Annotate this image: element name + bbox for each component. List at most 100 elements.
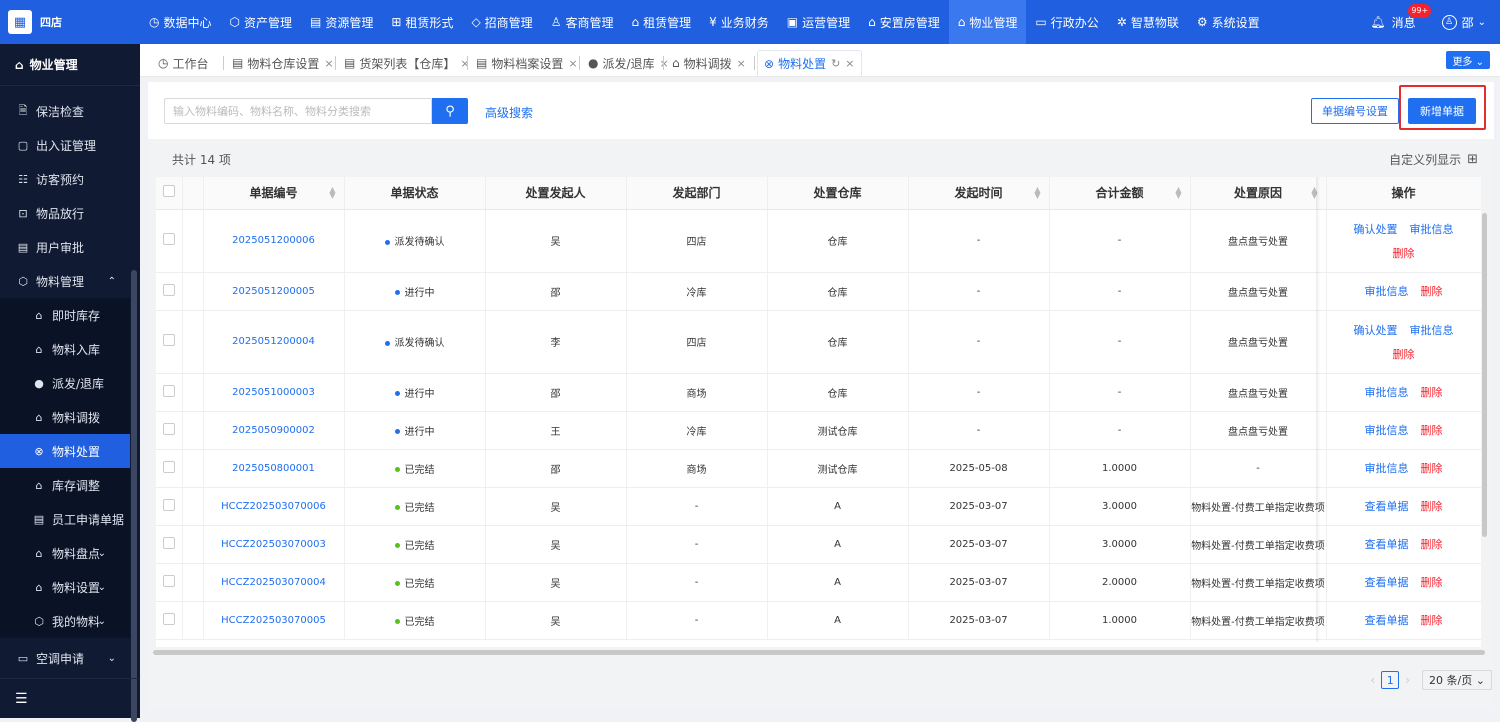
bill-code-link[interactable]: 2025050900002 <box>203 411 345 450</box>
table-row[interactable]: HCCZ202503070004 已完结 吴 - A 2025-03-07 2.0000 物料… <box>156 563 1481 602</box>
topnav-item[interactable]: ✲ 智慧物联 <box>1108 0 1188 44</box>
table-row[interactable]: 2025051200005 进行中邵冷库 仓库 - - 盘点盘亏处置 审批信息 删除 <box>156 272 1481 311</box>
topnav-item[interactable]: ⬡ 资产管理 <box>221 0 302 44</box>
close-icon[interactable]: × <box>324 57 333 70</box>
table-row[interactable]: HCCZ202503070006 已完结 吴 - A 2025-03-07 3.0000 物料… <box>156 487 1481 526</box>
tab[interactable]: ● 派发/退库 × <box>582 50 675 76</box>
tab[interactable]: ▤ 物料档案设置 × <box>470 50 584 76</box>
close-icon[interactable]: × <box>460 57 469 70</box>
delete-button[interactable]: 删除 <box>1421 462 1443 475</box>
sort-icon[interactable]: ▲ ▼ <box>1175 186 1181 200</box>
row-select-cell[interactable] <box>156 272 183 311</box>
tab[interactable]: ▤ 物料仓库设置 × <box>226 50 340 76</box>
messages-button[interactable]: 🔔︎ 消息 99+ <box>1370 3 1432 31</box>
table-row[interactable]: 2025051000003 进行中邵商场 仓库 - - 盘点盘亏处置 审批信息 删除 <box>156 373 1481 412</box>
delete-button[interactable]: 删除 <box>1421 424 1443 437</box>
row-select-cell[interactable] <box>156 563 183 602</box>
row-select-cell[interactable] <box>156 525 183 564</box>
sidebar-item[interactable]: ⬡ 物料管理 ⌃ <box>0 264 140 298</box>
topnav-item[interactable]: ¥ 业务财务 <box>700 0 778 44</box>
bill-code-link[interactable]: HCCZ202503070003 <box>203 525 345 564</box>
topnav-item[interactable]: ⚙ 系统设置 <box>1188 0 1269 44</box>
action-link[interactable]: 确认处置 <box>1354 223 1398 236</box>
more-tabs-button[interactable]: 更多 ⌄ <box>1446 51 1490 69</box>
bill-code-link[interactable]: 2025051200005 <box>203 272 345 311</box>
logo[interactable]: ▦ 四店 <box>0 0 140 44</box>
sidebar-item[interactable]: ⌂ 物料盘点 ⌄ <box>0 536 130 570</box>
table-horizontal-scrollbar[interactable] <box>153 650 1485 655</box>
action-link[interactable]: 审批信息 <box>1410 223 1454 236</box>
prev-page-button[interactable]: ‹ <box>1370 673 1375 687</box>
action-link[interactable]: 查看单据 <box>1365 614 1409 627</box>
table-vertical-scrollbar[interactable] <box>1482 213 1487 537</box>
row-select-cell[interactable] <box>156 411 183 450</box>
sidebar-item[interactable]: ▤ 用户审批 <box>0 230 140 264</box>
table-row[interactable]: 2025050800001 已完结 邵商场 测试仓库 2025-05-08 1.0000-… <box>156 449 1481 488</box>
table-row[interactable]: HCCZ202503070005 已完结 吴 - A 2025-03-07 1.0000 物料… <box>156 601 1481 640</box>
bill-code-link[interactable]: 2025050800001 <box>203 449 345 488</box>
sidebar-title[interactable]: ⌂ 物业管理 <box>0 44 140 86</box>
action-link[interactable]: 查看单据 <box>1365 576 1409 589</box>
custom-columns-button[interactable]: 自定义列显示 ⊞ <box>1389 151 1478 168</box>
topnav-item[interactable]: ▣ 运营管理 <box>778 0 859 44</box>
search-button[interactable]: ⚲ <box>432 98 468 124</box>
sidebar-scrollbar[interactable] <box>131 270 137 722</box>
delete-button[interactable]: 删除 <box>1421 576 1443 589</box>
topnav-item[interactable]: ◷ 数据中心 <box>140 0 221 44</box>
tab[interactable]: ◷ 工作台 <box>152 50 215 76</box>
next-page-button[interactable]: › <box>1405 673 1410 687</box>
search-input[interactable]: 输入物料编码、物料名称、物料分类搜索 <box>164 98 432 124</box>
collapse-sidebar-button[interactable]: ☰ <box>0 678 140 718</box>
action-link[interactable]: 审批信息 <box>1365 386 1409 399</box>
delete-button[interactable]: 删除 <box>1393 247 1415 260</box>
sidebar-item[interactable]: ⌂ 物料入库 <box>0 332 130 366</box>
sort-icon[interactable]: ▲ ▼ <box>329 186 335 200</box>
advanced-search-link[interactable]: 高级搜索 <box>485 104 533 121</box>
sidebar-item[interactable]: ⬡ 我的物料 ⌄ <box>0 604 130 638</box>
topnav-item[interactable]: ⌂ 安置房管理 <box>859 0 949 44</box>
row-checkbox[interactable] <box>162 460 175 473</box>
row-checkbox[interactable] <box>162 498 175 511</box>
col-reason[interactable]: 处置原因 ▲ ▼ <box>1190 177 1327 210</box>
sidebar-item[interactable]: ⌂ 物料设置 ⌄ <box>0 570 130 604</box>
row-checkbox[interactable] <box>162 574 175 587</box>
action-link[interactable]: 审批信息 <box>1365 462 1409 475</box>
page-size-select[interactable]: 20 条/页 ⌄ <box>1422 670 1492 690</box>
number-settings-button[interactable]: 单据编号设置 <box>1311 98 1399 124</box>
row-select-cell[interactable] <box>156 449 183 488</box>
delete-button[interactable]: 删除 <box>1421 386 1443 399</box>
row-checkbox[interactable] <box>162 536 175 549</box>
bill-code-link[interactable]: 2025051200004 <box>203 310 345 374</box>
action-link[interactable]: 审批信息 <box>1365 285 1409 298</box>
row-checkbox[interactable] <box>162 334 175 346</box>
action-link[interactable]: 查看单据 <box>1365 538 1409 551</box>
delete-button[interactable]: 删除 <box>1421 614 1443 627</box>
tab[interactable]: ⌂ 物料调拨 × <box>666 50 752 76</box>
row-checkbox[interactable] <box>162 384 175 397</box>
action-link[interactable]: 确认处置 <box>1354 324 1398 337</box>
user-menu[interactable]: ♙ 邵 ⌄ <box>1441 14 1486 31</box>
sidebar-item[interactable]: ▭ 空调申请 ⌄ <box>0 641 140 675</box>
tab[interactable]: ▤ 货架列表【仓库】 × <box>338 50 476 76</box>
col-time[interactable]: 发起时间 ▲ ▼ <box>908 177 1050 210</box>
row-checkbox[interactable] <box>162 233 175 245</box>
row-checkbox[interactable] <box>162 283 175 296</box>
sidebar-item[interactable]: ⌂ 即时库存 <box>0 298 130 332</box>
row-checkbox[interactable] <box>162 422 175 435</box>
sidebar-item[interactable]: ● 派发/退库 <box>0 366 130 400</box>
table-row[interactable]: HCCZ202503070003 已完结 吴 - A 2025-03-07 3.0000 物料… <box>156 525 1481 564</box>
delete-button[interactable]: 删除 <box>1421 500 1443 513</box>
sidebar-item[interactable]: ⌂ 库存调整 <box>0 468 130 502</box>
topnav-item[interactable]: ♙ 客商管理 <box>542 0 623 44</box>
bill-code-link[interactable]: 2025051200006 <box>203 209 345 273</box>
table-row[interactable]: 2025051200006 派发待确认吴四店 仓库 - - 盘点盘亏处置 确认处置 审批信息删… <box>156 209 1481 273</box>
row-select-cell[interactable] <box>156 310 183 374</box>
bill-code-link[interactable]: 2025051000003 <box>203 373 345 412</box>
table-row[interactable]: 2025051200004 派发待确认李四店 仓库 - - 盘点盘亏处置 确认处置 审批信息删… <box>156 310 1481 374</box>
row-select-cell[interactable] <box>156 373 183 412</box>
row-select-cell[interactable] <box>156 487 183 526</box>
select-all-cell[interactable] <box>156 177 183 210</box>
topnav-item[interactable]: ▤ 资源管理 <box>301 0 382 44</box>
bill-code-link[interactable]: HCCZ202503070006 <box>203 487 345 526</box>
sidebar-item[interactable]: ⊡ 物品放行 <box>0 196 140 230</box>
